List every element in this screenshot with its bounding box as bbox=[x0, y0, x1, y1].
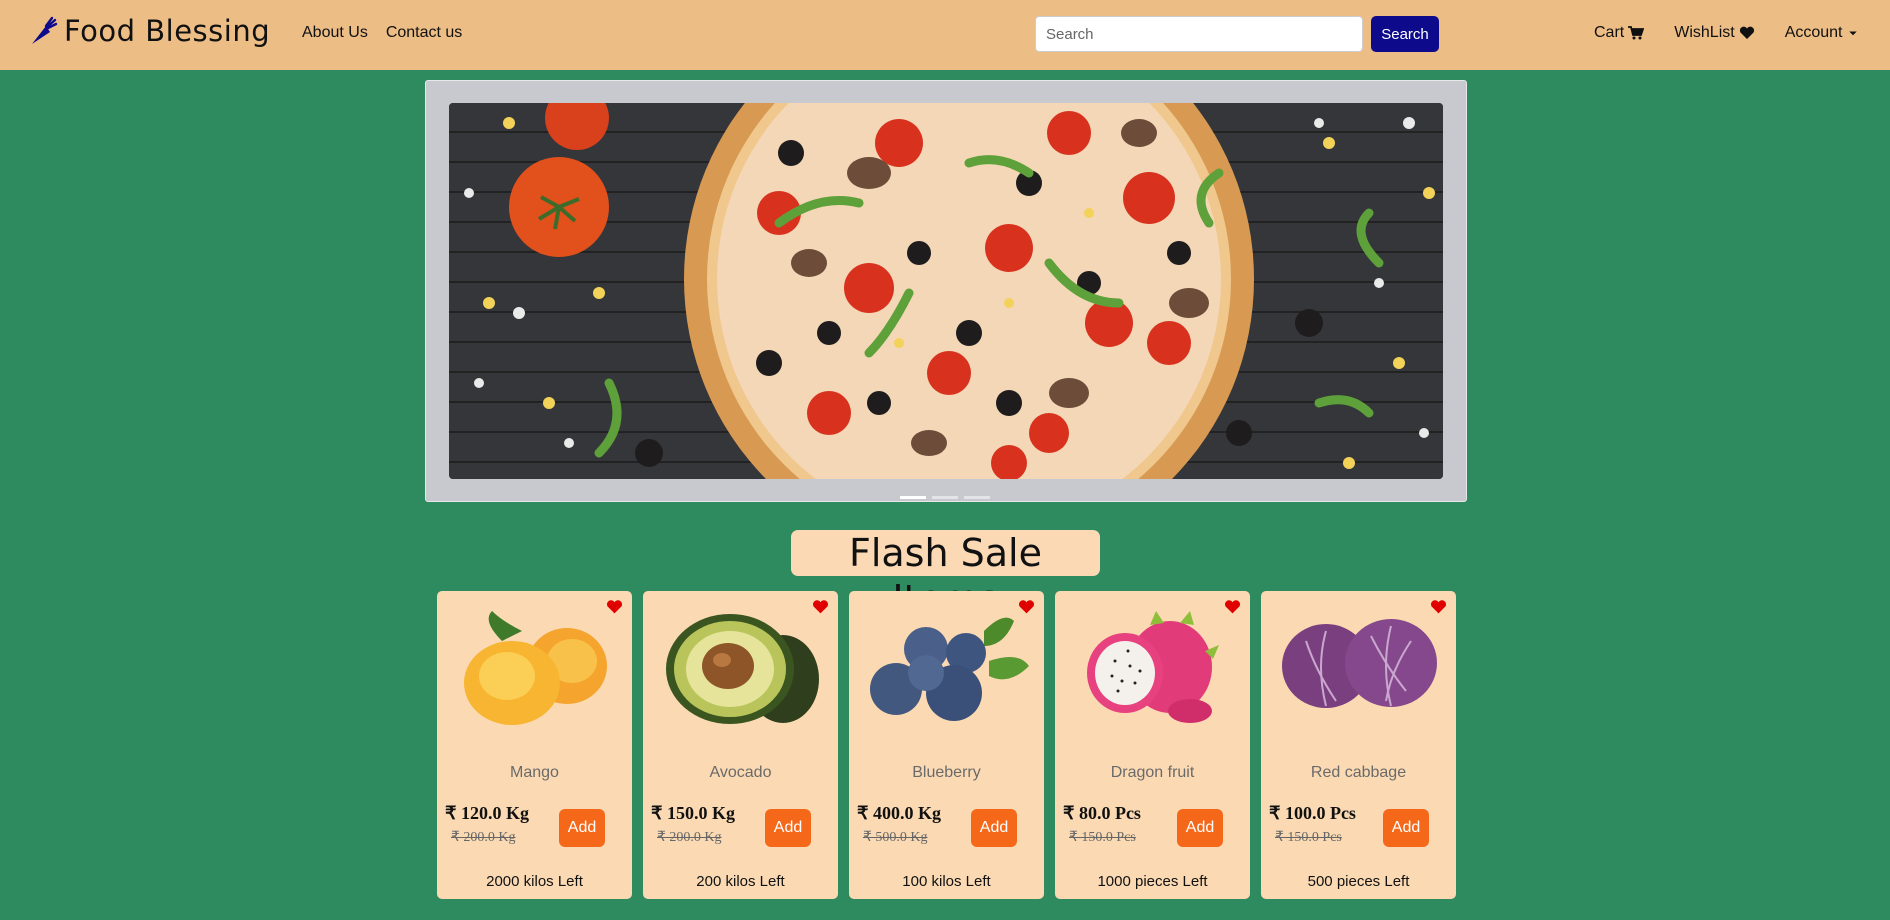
add-to-cart-button[interactable]: Add bbox=[971, 809, 1017, 847]
product-old-price: ₹ 150.0 Pcs bbox=[1275, 830, 1342, 845]
product-old-price: ₹ 150.0 Pcs bbox=[1069, 830, 1136, 845]
product-name: Dragon fruit bbox=[1110, 764, 1195, 781]
product-stock: 100 kilos Left bbox=[902, 873, 991, 890]
nav-contact-link[interactable]: Contact us bbox=[386, 24, 462, 42]
product-card[interactable]: Mango ₹ 120.0 Kg ₹ 200.0 Kg Add 2000 kil… bbox=[437, 591, 632, 899]
mango-image bbox=[464, 611, 607, 725]
carousel-indicator[interactable] bbox=[900, 496, 926, 499]
product-stock: 2000 kilos Left bbox=[486, 873, 583, 890]
product-price: ₹ 120.0 Kg bbox=[445, 803, 529, 823]
account-dropdown[interactable]: Account bbox=[1785, 24, 1859, 42]
cart-label: Cart bbox=[1594, 24, 1625, 41]
product-price: ₹ 150.0 Kg bbox=[651, 803, 735, 823]
nav-wishlist-link[interactable]: WishList bbox=[1674, 24, 1754, 42]
product-cards: Mango ₹ 120.0 Kg ₹ 200.0 Kg Add 2000 kil… bbox=[437, 591, 1456, 899]
avocado-image bbox=[666, 614, 819, 724]
product-price: ₹ 100.0 Pcs bbox=[1269, 803, 1356, 823]
product-stock: 1000 pieces Left bbox=[1097, 873, 1208, 890]
product-old-price: ₹ 200.0 Kg bbox=[451, 830, 516, 845]
blueberry-image bbox=[870, 617, 1029, 721]
account-label: Account bbox=[1784, 24, 1843, 41]
carrot-logo-icon bbox=[32, 16, 58, 44]
product-card[interactable]: Blueberry ₹ 400.0 Kg ₹ 500.0 Kg Add 100 … bbox=[849, 591, 1044, 899]
caret-down-icon bbox=[1848, 31, 1857, 36]
nav-cart-link[interactable]: Cart bbox=[1594, 24, 1645, 42]
add-to-cart-button[interactable]: Add bbox=[765, 809, 811, 847]
pizza-illustration bbox=[449, 103, 1443, 479]
search-input[interactable] bbox=[1035, 16, 1363, 52]
product-name: Blueberry bbox=[912, 764, 981, 781]
nav-about-link[interactable]: About Us bbox=[302, 24, 368, 42]
brand-name: Food Blessing bbox=[64, 14, 271, 48]
add-to-cart-button[interactable]: Add bbox=[1383, 809, 1429, 847]
product-card[interactable]: Red cabbage ₹ 100.0 Pcs ₹ 150.0 Pcs Add … bbox=[1261, 591, 1456, 899]
search-button[interactable]: Search bbox=[1371, 16, 1439, 52]
brand-link[interactable]: Food Blessing bbox=[28, 14, 270, 48]
product-name: Red cabbage bbox=[1310, 764, 1407, 781]
heart-icon bbox=[1739, 26, 1754, 39]
product-card[interactable]: Avocado ₹ 150.0 Kg ₹ 200.0 Kg Add 200 ki… bbox=[643, 591, 838, 899]
cart-icon bbox=[1628, 26, 1645, 40]
navbar: Food Blessing About Us Contact us Search… bbox=[0, 0, 1890, 70]
product-stock: 200 kilos Left bbox=[696, 873, 785, 890]
dragon-fruit-image bbox=[1087, 611, 1219, 723]
product-price: ₹ 400.0 Kg bbox=[857, 803, 941, 823]
section-title: Flash Sale Items bbox=[791, 530, 1100, 621]
carousel-indicator[interactable] bbox=[964, 496, 990, 499]
add-to-cart-button[interactable]: Add bbox=[1177, 809, 1223, 847]
product-price: ₹ 80.0 Pcs bbox=[1063, 803, 1141, 823]
carousel-indicators bbox=[900, 496, 990, 499]
pizza-banner-image bbox=[449, 103, 1443, 479]
wishlist-label: WishList bbox=[1674, 24, 1735, 41]
search-form: Search bbox=[1035, 16, 1439, 52]
nav-right: Cart WishList Account bbox=[1594, 24, 1859, 42]
carousel-indicator[interactable] bbox=[932, 496, 958, 499]
nav-links: About Us Contact us bbox=[302, 24, 462, 42]
product-stock: 500 pieces Left bbox=[1307, 873, 1410, 890]
product-old-price: ₹ 500.0 Kg bbox=[863, 830, 928, 845]
add-to-cart-button[interactable]: Add bbox=[559, 809, 605, 847]
product-old-price: ₹ 200.0 Kg bbox=[657, 830, 722, 845]
hero-carousel[interactable] bbox=[425, 80, 1467, 502]
red-cabbage-image bbox=[1282, 619, 1437, 708]
product-name: Avocado bbox=[709, 764, 772, 781]
product-name: Mango bbox=[510, 764, 559, 781]
product-card[interactable]: Dragon fruit ₹ 80.0 Pcs ₹ 150.0 Pcs Add … bbox=[1055, 591, 1250, 899]
